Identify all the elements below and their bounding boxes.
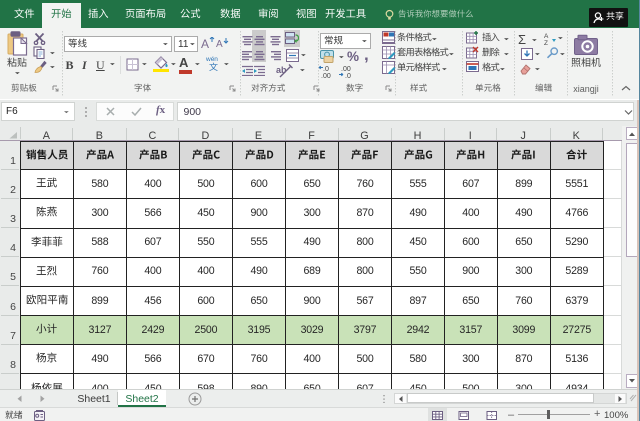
svg-text:Z: Z xyxy=(544,40,548,45)
svg-text:.00: .00 xyxy=(341,66,351,73)
svg-text:ab: ab xyxy=(276,65,287,75)
svg-text:wén: wén xyxy=(206,56,218,63)
svg-text:.0: .0 xyxy=(323,66,329,73)
svg-text:.00: .00 xyxy=(321,73,331,78)
svg-text:A: A xyxy=(544,33,549,40)
svg-text:.0: .0 xyxy=(345,73,351,78)
